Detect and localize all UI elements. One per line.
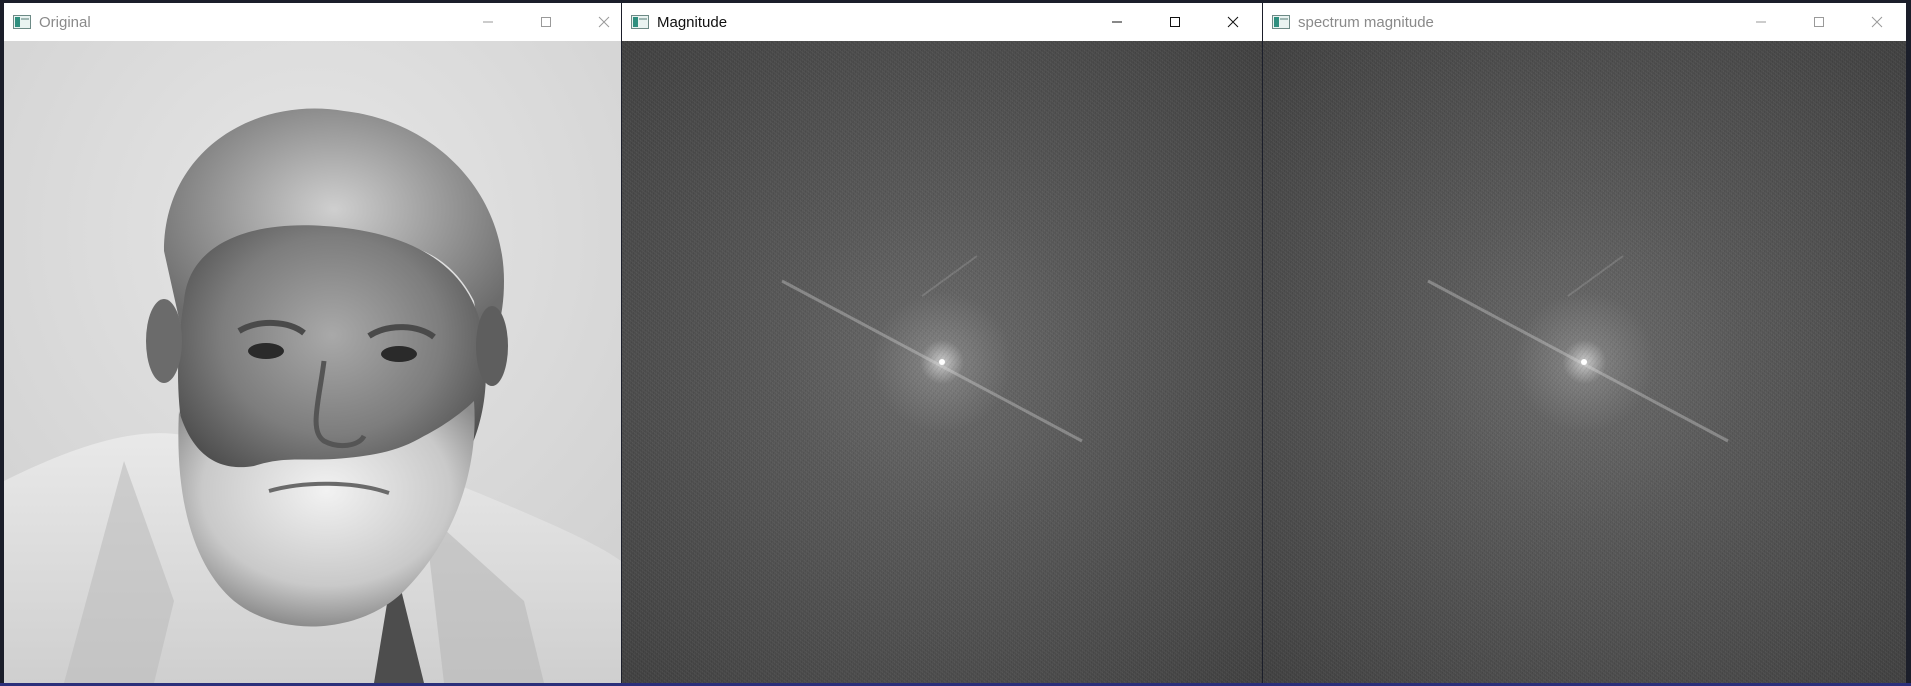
image-canvas (4, 41, 621, 683)
window-magnitude[interactable]: Magnitude (622, 3, 1262, 683)
minimize-icon (483, 21, 493, 23)
window-title: Magnitude (657, 13, 728, 31)
spectrum-streak (1427, 255, 1729, 443)
minimize-icon (1112, 21, 1122, 23)
portrait-photo (4, 41, 621, 683)
desktop: Original Magnitude spectrum magnitude (0, 0, 1911, 686)
maximize-button[interactable] (1146, 3, 1204, 41)
maximize-icon (1814, 17, 1824, 27)
image-canvas (622, 41, 1262, 683)
minimize-icon (1756, 21, 1766, 23)
window-title: spectrum magnitude (1298, 13, 1434, 31)
title-bar[interactable]: Magnitude (622, 3, 1262, 41)
close-button[interactable] (1204, 3, 1262, 41)
close-button[interactable] (1848, 3, 1906, 41)
image-canvas (1263, 41, 1906, 683)
window-spectrum-magnitude[interactable]: spectrum magnitude (1263, 3, 1906, 683)
maximize-button[interactable] (1790, 3, 1848, 41)
app-image-icon (13, 15, 31, 29)
window-title: Original (39, 13, 91, 31)
minimize-button[interactable] (459, 3, 517, 41)
spectrum-streak (781, 255, 1083, 443)
title-bar[interactable]: spectrum magnitude (1263, 3, 1906, 41)
minimize-button[interactable] (1732, 3, 1790, 41)
title-bar[interactable]: Original (4, 3, 621, 41)
window-original[interactable]: Original (4, 3, 621, 683)
maximize-icon (1170, 17, 1180, 27)
maximize-icon (541, 17, 551, 27)
minimize-button[interactable] (1088, 3, 1146, 41)
app-image-icon (631, 15, 649, 29)
close-button[interactable] (575, 3, 621, 41)
close-icon (1871, 16, 1883, 28)
close-icon (598, 16, 610, 28)
maximize-button[interactable] (517, 3, 575, 41)
app-image-icon (1272, 15, 1290, 29)
close-icon (1227, 16, 1239, 28)
